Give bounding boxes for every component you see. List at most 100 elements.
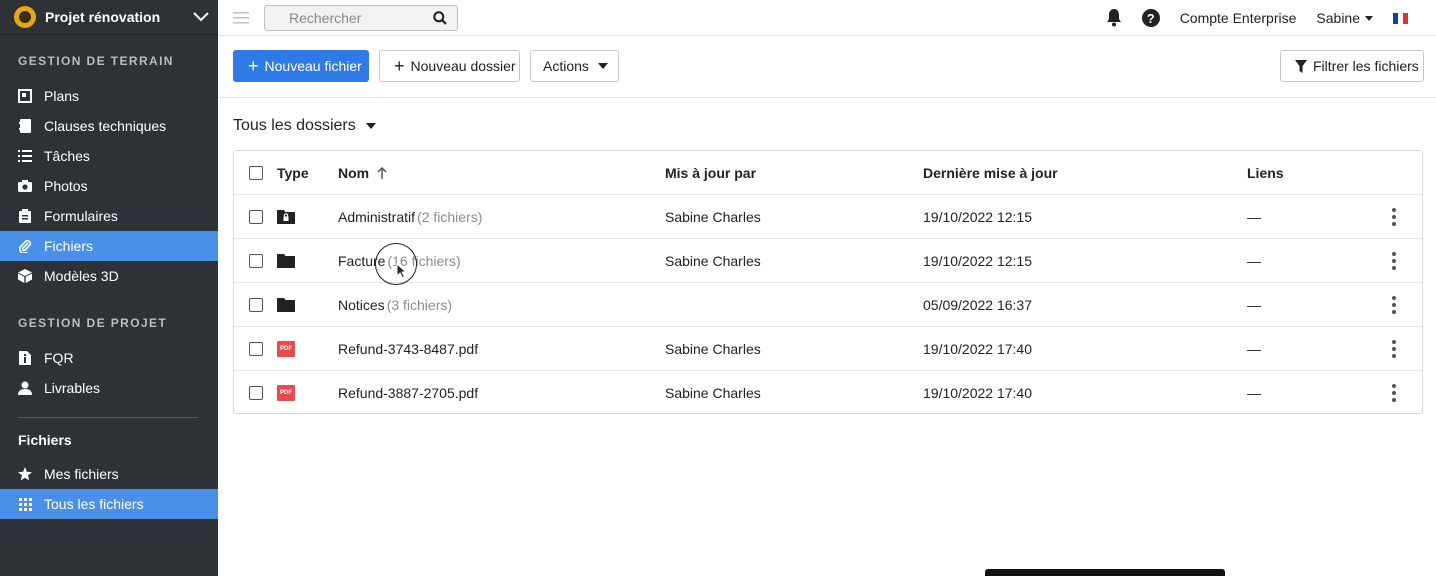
sidebar-item-livrables[interactable]: Livrables — [0, 373, 218, 403]
more-options-icon[interactable] — [1392, 295, 1396, 314]
file-name[interactable]: Refund-3743-8487.pdf — [338, 327, 478, 370]
table-header: Type Nom Mis à jour par Dernière mise à … — [234, 151, 1422, 195]
toolbar: + Nouveau fichier + Nouveau dossier Acti… — [218, 36, 1436, 98]
new-folder-label: Nouveau dossier — [410, 58, 516, 74]
sidebar-item-taches[interactable]: Tâches — [0, 141, 218, 171]
sidebar-item-mes-fichiers[interactable]: Mes fichiers — [0, 459, 218, 489]
more-options-icon[interactable] — [1392, 384, 1396, 402]
new-folder-button[interactable]: + Nouveau dossier — [379, 50, 520, 82]
sidebar-item-plans[interactable]: Plans — [0, 81, 218, 111]
column-header-name-label: Nom — [338, 164, 370, 181]
plus-icon: + — [248, 56, 259, 76]
sidebar-item-label: Mes fichiers — [44, 466, 119, 482]
files-table: Type Nom Mis à jour par Dernière mise à … — [233, 150, 1423, 414]
sidebar-item-label: Livrables — [44, 380, 101, 396]
file-name[interactable]: Administratif (2 fichiers) — [338, 195, 482, 238]
sidebar-item-label: Fichiers — [44, 238, 94, 254]
caret-down-icon — [365, 123, 376, 129]
select-all-checkbox[interactable] — [249, 165, 263, 180]
updated-at: 19/10/2022 17:40 — [923, 385, 1032, 401]
plus-icon: + — [394, 56, 405, 76]
user-menu[interactable]: Sabine — [1316, 10, 1373, 26]
sidebar-item-label: Clauses techniques — [44, 118, 167, 134]
row-checkbox[interactable] — [249, 386, 263, 400]
project-switcher[interactable]: Projet rénovation — [0, 0, 218, 35]
pdf-file-icon: PDF — [277, 385, 295, 401]
sidebar-item-clauses[interactable]: Clauses techniques — [0, 111, 218, 141]
file-name-text: Refund-3743-8487.pdf — [338, 340, 479, 357]
column-header-updated-at[interactable]: Dernière mise à jour — [923, 151, 1058, 194]
caret-down-icon — [1365, 15, 1373, 21]
folder-selector[interactable]: Tous les dossiers — [233, 117, 376, 135]
links-value: — — [1247, 252, 1261, 269]
chevron-down-icon[interactable] — [184, 12, 218, 22]
row-checkbox[interactable] — [249, 209, 263, 224]
filter-icon — [1295, 59, 1307, 73]
updated-at: 19/10/2022 12:15 — [923, 208, 1032, 225]
column-header-updated-by[interactable]: Mis à jour par — [665, 151, 756, 194]
taskbar-strip — [985, 569, 1225, 576]
paperclip-icon — [18, 239, 32, 253]
row-checkbox[interactable] — [249, 341, 263, 356]
bell-icon[interactable] — [1106, 9, 1122, 27]
help-icon[interactable]: ? — [1141, 9, 1160, 27]
sidebar-item-modeles-3d[interactable]: Modèles 3D — [0, 261, 218, 291]
actions-button[interactable]: Actions — [530, 50, 619, 82]
row-checkbox[interactable] — [249, 253, 263, 268]
folder-icon — [277, 283, 295, 326]
star-icon — [18, 467, 32, 481]
new-file-label: Nouveau fichier — [264, 58, 362, 74]
links-value: — — [1247, 208, 1261, 225]
search-icon[interactable] — [433, 10, 447, 25]
updated-by: Sabine Charles — [665, 340, 761, 357]
caret-down-icon — [597, 63, 608, 69]
sidebar-divider — [18, 417, 198, 418]
column-header-links[interactable]: Liens — [1247, 151, 1284, 194]
table-row[interactable]: PDF Refund-3743-8487.pdf Sabine Charles … — [234, 327, 1422, 371]
sidebar-item-label: Tous les fichiers — [44, 496, 144, 512]
cursor-highlight — [375, 243, 417, 285]
new-file-button[interactable]: + Nouveau fichier — [233, 50, 369, 82]
file-name[interactable]: Notices (3 fichiers) — [338, 283, 452, 326]
updated-at: 19/10/2022 12:15 — [923, 252, 1032, 269]
grid-icon — [18, 497, 32, 511]
sidebar-item-label: Tâches — [44, 148, 90, 164]
sidebar-item-photos[interactable]: Photos — [0, 171, 218, 201]
table-row[interactable]: PDF Refund-3887-2705.pdf Sabine Charles … — [234, 371, 1422, 415]
sidebar-item-label: Modèles 3D — [44, 268, 119, 284]
document-info-icon — [18, 351, 32, 365]
file-name-text: Refund-3887-2705.pdf — [338, 385, 479, 401]
account-link[interactable]: Compte Enterprise — [1180, 10, 1297, 26]
sidebar-item-tous-les-fichiers[interactable]: Tous les fichiers — [0, 489, 218, 519]
sidebar-item-label: Plans — [44, 88, 80, 104]
more-options-icon[interactable] — [1392, 339, 1396, 358]
links-value: — — [1247, 340, 1261, 357]
sidebar-item-label: Formulaires — [44, 208, 118, 224]
more-options-icon[interactable] — [1392, 207, 1396, 226]
table-row[interactable]: Notices (3 fichiers) 05/09/2022 16:37 — — [234, 283, 1422, 327]
file-name[interactable]: Refund-3887-2705.pdf — [338, 371, 478, 415]
column-header-name[interactable]: Nom — [338, 151, 387, 194]
search-input[interactable] — [289, 9, 433, 26]
sidebar: Projet rénovation GESTION DE TERRAIN Pla… — [0, 0, 218, 576]
section-title-projet: GESTION DE PROJET — [18, 316, 168, 330]
cube-icon — [18, 269, 32, 283]
camera-icon — [18, 179, 32, 193]
sidebar-item-fqr[interactable]: FQR — [0, 343, 218, 373]
french-flag-icon[interactable] — [1393, 12, 1408, 24]
updated-at: 05/09/2022 16:37 — [923, 296, 1032, 313]
sidebar-item-fichiers[interactable]: Fichiers — [0, 231, 218, 261]
column-header-type[interactable]: Type — [277, 151, 309, 194]
table-row[interactable]: Administratif (2 fichiers) Sabine Charle… — [234, 195, 1422, 239]
more-options-icon[interactable] — [1392, 251, 1396, 270]
actions-label: Actions — [543, 58, 589, 74]
row-checkbox[interactable] — [249, 297, 263, 312]
filter-files-button[interactable]: Filtrer les fichiers — [1280, 50, 1424, 82]
user-icon — [18, 381, 32, 395]
notebook-icon — [18, 119, 32, 133]
sort-ascending-icon[interactable] — [377, 166, 387, 179]
search-box[interactable] — [264, 4, 458, 31]
links-value: — — [1247, 385, 1261, 401]
hamburger-icon[interactable] — [218, 11, 264, 24]
sidebar-item-formulaires[interactable]: Formulaires — [0, 201, 218, 231]
